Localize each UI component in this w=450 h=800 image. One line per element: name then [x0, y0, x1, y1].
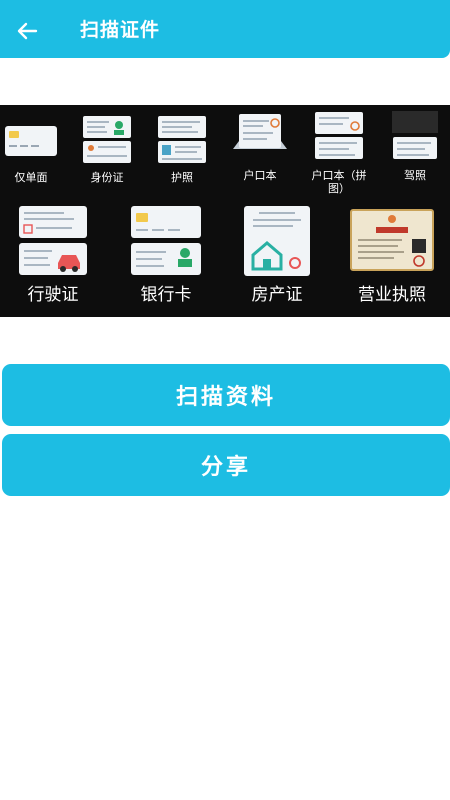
household-register-collage-icon — [315, 112, 363, 159]
doc-type-business-license[interactable]: 营业执照 — [346, 205, 438, 311]
share-button[interactable]: 分享 — [2, 434, 450, 496]
doc-type-label: 仅单面 — [14, 171, 48, 184]
doc-type-bank-card[interactable]: 银行卡 — [128, 205, 204, 311]
passport-icon — [158, 116, 206, 163]
doc-type-label-line2: 图） — [328, 182, 350, 195]
doc-type-label: 户口本 — [243, 169, 277, 182]
doc-type-label: 营业执照 — [358, 285, 426, 305]
scan-documents-button[interactable]: 扫描资料 — [2, 364, 450, 426]
document-type-panel: 仅单面 身份证 护照 户口本 户口本（拼 图） 驾照 行驶证 银行卡 房产证 营… — [0, 105, 450, 317]
doc-type-label: 行驶证 — [27, 285, 79, 305]
business-license-icon — [350, 209, 434, 271]
doc-type-label: 身份证 — [90, 171, 124, 184]
doc-type-label: 银行卡 — [140, 285, 192, 305]
doc-type-label: 房产证 — [251, 285, 303, 305]
single-side-card-icon — [5, 126, 57, 156]
id-card-icon — [83, 116, 131, 163]
household-register-icon — [233, 114, 287, 149]
doc-type-id-card[interactable]: 身份证 — [80, 115, 134, 193]
vehicle-license-icon — [19, 206, 87, 275]
back-button[interactable] — [14, 18, 40, 44]
page-title: 扫描证件 — [80, 19, 161, 41]
doc-type-driver-license[interactable]: 驾照 — [390, 111, 440, 193]
bank-card-icon — [131, 206, 201, 275]
doc-type-passport[interactable]: 护照 — [155, 115, 209, 193]
property-certificate-icon — [244, 206, 310, 276]
doc-type-label: 驾照 — [404, 169, 426, 182]
doc-type-property-certificate[interactable]: 房产证 — [240, 205, 314, 311]
doc-type-household-register[interactable]: 户口本 — [230, 113, 290, 193]
doc-type-vehicle-license[interactable]: 行驶证 — [16, 205, 90, 311]
doc-type-label-line1: 户口本（拼 — [311, 169, 367, 182]
arrow-left-icon — [17, 22, 38, 40]
doc-type-single-side[interactable]: 仅单面 — [2, 123, 60, 193]
doc-type-label: 护照 — [171, 171, 193, 184]
driver-license-icon — [392, 111, 438, 159]
top-app-bar: 扫描证件 — [0, 0, 450, 58]
doc-type-household-register-collage[interactable]: 户口本（拼 图） — [304, 111, 374, 197]
